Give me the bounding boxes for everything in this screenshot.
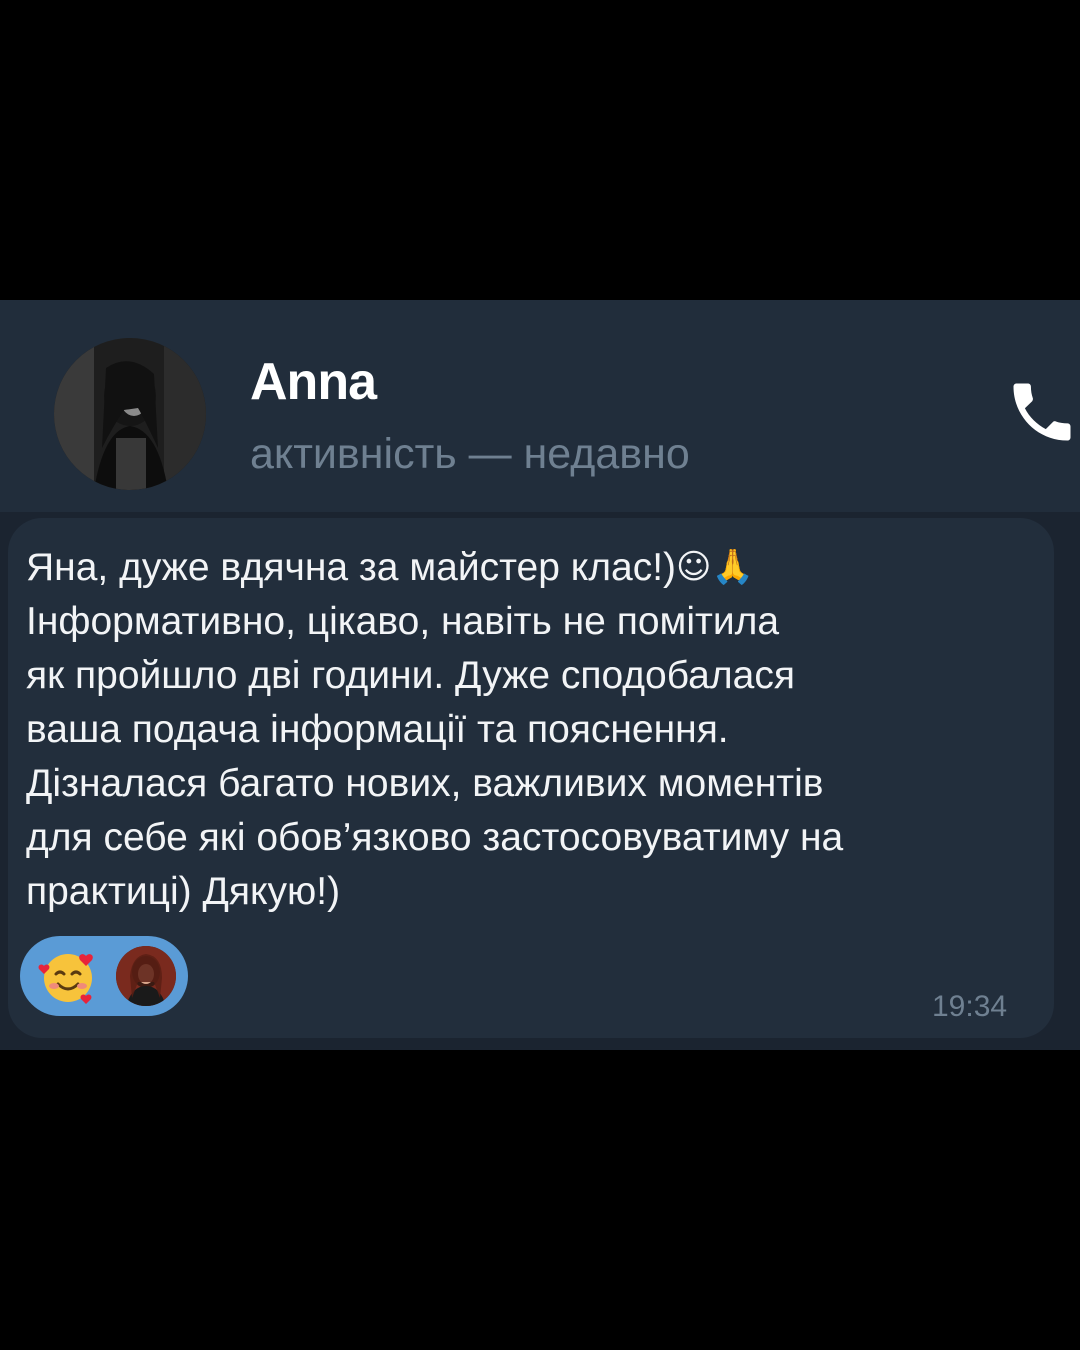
phone-icon <box>1013 383 1071 441</box>
message-line: Яна, дуже вдячна за майстер клас!)☺🙏 <box>26 540 1046 595</box>
message-line: практиці) Дякую!) <box>26 870 341 913</box>
message-bubble[interactable]: Яна, дуже вдячна за майстер клас!)☺🙏 Інф… <box>8 518 1054 1038</box>
message-text: Яна, дуже вдячна за майстер клас!)☺🙏 Інф… <box>26 540 1046 919</box>
message-line: Дізналася багато нових, важливих моменті… <box>26 762 824 805</box>
chat-header: Anna активність — недавно <box>0 300 1080 512</box>
message-line: як пройшло дві години. Дуже сподобалася <box>26 654 795 697</box>
smiling-face-with-hearts-icon <box>38 954 93 1004</box>
contact-avatar[interactable] <box>54 338 206 490</box>
message-line: ваша подача інформації та пояснення. <box>26 708 729 751</box>
message-line: Інформативно, цікаво, навіть не помітила <box>26 600 780 643</box>
smiling-face-icon: ☺ <box>676 547 712 587</box>
message-timestamp: 19:34 <box>932 990 1008 1023</box>
reactor-avatar <box>116 946 176 1006</box>
call-button[interactable] <box>1004 374 1080 450</box>
folded-hands-icon: 🙏 <box>711 547 754 587</box>
contact-name[interactable]: Anna <box>250 352 377 412</box>
chat-screen: Anna активність — недавно Яна, дуже вдяч… <box>0 300 1080 1050</box>
reaction-button[interactable] <box>20 936 188 1016</box>
message-list[interactable]: Яна, дуже вдячна за майстер клас!)☺🙏 Інф… <box>0 512 1080 1050</box>
contact-last-seen: активність — недавно <box>250 430 690 478</box>
message-line: для себе які обов’язково застосовуватиму… <box>26 816 844 859</box>
